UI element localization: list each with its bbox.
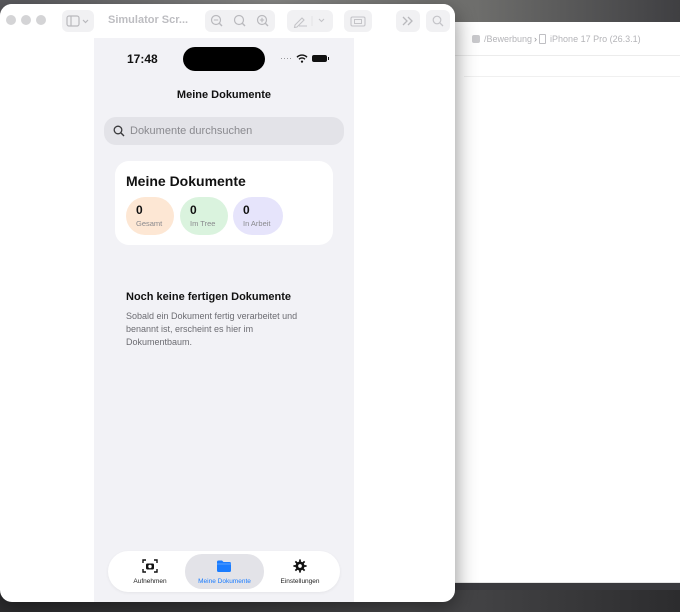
device-screen: 17:48 ···· Meine Dokumente Meine Dokumen…	[94, 38, 354, 602]
phone-icon	[539, 33, 547, 44]
search-input[interactable]	[130, 117, 330, 145]
xcode-window: /Bewerbung › iPhone 17 Pro (26.3.1)	[440, 22, 680, 583]
status-time: 17:48	[127, 52, 158, 66]
more-icon	[402, 16, 413, 26]
cellular-signal-icon: ····	[280, 53, 292, 63]
toolbar-search-button[interactable]	[426, 10, 450, 32]
sidebar-toggle-button[interactable]	[62, 10, 94, 32]
minimize-window-button[interactable]	[21, 15, 31, 25]
search-icon	[432, 15, 444, 27]
app-icon	[472, 34, 480, 43]
sidebar-toggle-icon	[66, 15, 89, 27]
dynamic-island	[183, 47, 265, 71]
markup-pen-icon	[293, 16, 325, 28]
screenshot-button[interactable]	[344, 10, 372, 32]
zoom-controls	[205, 10, 275, 32]
zoom-out-icon[interactable]	[210, 14, 223, 27]
close-window-button[interactable]	[6, 15, 16, 25]
stat-in-progress: 0 In Arbeit	[233, 197, 283, 235]
stat-value: 0	[136, 203, 143, 217]
divider	[440, 582, 680, 583]
page-title: Meine Dokumente	[176, 89, 272, 101]
zoom-in-icon[interactable]	[256, 14, 269, 27]
battery-icon	[312, 55, 329, 62]
summary-card: Meine Dokumente 0 Gesamt 0 Im Tree 0 In …	[115, 161, 333, 245]
zoom-window-button[interactable]	[36, 15, 46, 25]
divider	[464, 76, 680, 77]
window-title: Simulator Scr...	[108, 14, 189, 26]
screenshot-icon	[350, 16, 366, 27]
tab-label: Einstellungen	[280, 578, 320, 585]
stat-label: Gesamt	[136, 219, 163, 228]
wifi-icon	[296, 54, 308, 63]
stat-total: 0 Gesamt	[126, 197, 174, 235]
simulator-window: Simulator Scr... 17:48 ···· Meine Dokume…	[0, 4, 455, 602]
search-icon	[113, 125, 125, 137]
tab-label: Meine Dokumente	[198, 578, 251, 585]
tab-meine-dokumente[interactable]: Meine Dokumente	[185, 554, 264, 589]
scheme-name: /Bewerbung	[484, 33, 533, 44]
stat-label: In Arbeit	[243, 219, 271, 228]
gear-icon	[293, 559, 307, 573]
stat-value: 0	[190, 203, 197, 217]
empty-state-title: Noch keine fertigen Dokumente	[126, 291, 292, 303]
tab-aufnehmen[interactable]: Aufnehmen	[114, 554, 186, 589]
more-button[interactable]	[396, 10, 420, 32]
zoom-icons	[210, 14, 269, 27]
breadcrumb-chevron-icon: ›	[534, 33, 538, 44]
search-bar[interactable]	[104, 117, 344, 145]
camera-viewfinder-icon	[142, 559, 158, 573]
tab-bar: Aufnehmen Meine Dokumente Einstellungen	[108, 551, 340, 592]
tab-einstellungen[interactable]: Einstellungen	[264, 554, 336, 589]
zoom-actual-icon[interactable]	[233, 14, 246, 27]
simulator-toolbar: Simulator Scr...	[0, 4, 455, 38]
summary-title: Meine Dokumente	[126, 173, 246, 189]
status-indicators: ····	[280, 53, 329, 63]
stat-value: 0	[243, 203, 250, 217]
scheme-breadcrumb[interactable]: /Bewerbung	[472, 34, 532, 44]
markup-button[interactable]	[287, 10, 333, 32]
device-breadcrumb[interactable]: iPhone 17 Pro (26.3.1)	[539, 33, 641, 44]
empty-state-text: Sobald ein Dokument fertig verarbeitet u…	[126, 311, 298, 347]
xcode-toolbar: /Bewerbung › iPhone 17 Pro (26.3.1)	[440, 22, 680, 56]
folder-icon	[217, 560, 231, 572]
tab-label: Aufnehmen	[133, 578, 167, 585]
stat-label: Im Tree	[190, 219, 216, 228]
device-name: iPhone 17 Pro (26.3.1)	[550, 33, 641, 44]
stat-in-tree: 0 Im Tree	[180, 197, 228, 235]
